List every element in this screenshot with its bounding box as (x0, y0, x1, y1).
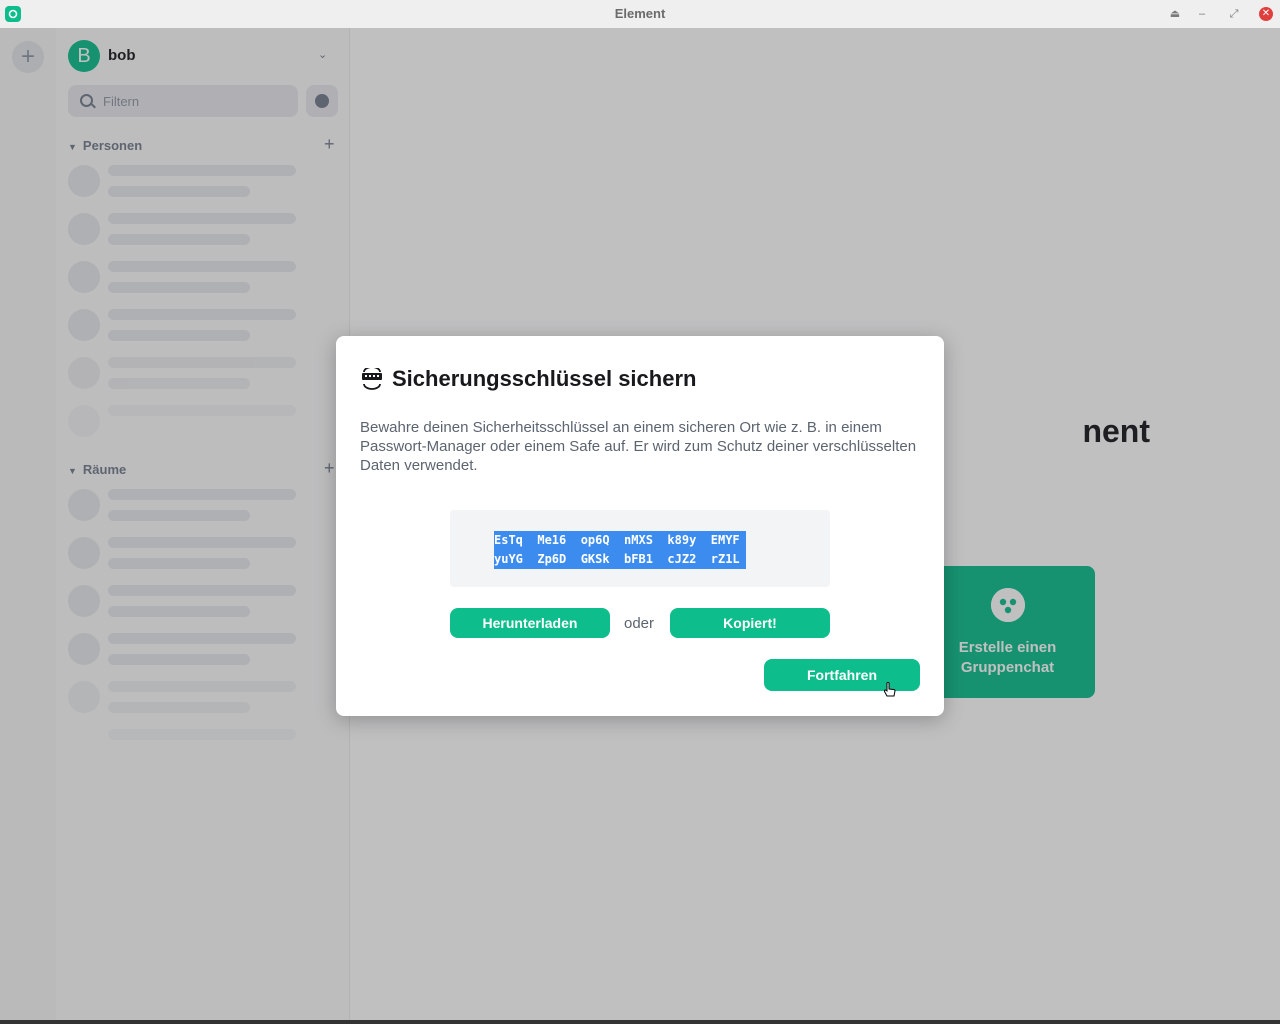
copy-button[interactable]: Kopiert! (670, 608, 830, 638)
security-key-line-1[interactable]: EsTq Me16 op6Q nMXS k89y EMYF (494, 533, 740, 547)
dialog-description: Bewahre deinen Sicherheitsschlüssel an e… (360, 419, 917, 474)
screen-bottom-edge (0, 1020, 1280, 1024)
key-backup-icon (360, 366, 384, 390)
window-titlebar: Element ⏏ – ⤢ ✕ (0, 0, 1280, 29)
close-button[interactable]: ✕ (1259, 7, 1273, 21)
security-key-line-2[interactable]: yuYG Zp6D GKSk bFB1 cJZ2 rZ1L (494, 552, 740, 566)
security-key-box: EsTq Me16 op6Q nMXS k89y EMYF yuYG Zp6D … (450, 510, 830, 587)
security-key-text[interactable]: EsTq Me16 op6Q nMXS k89y EMYF yuYG Zp6D … (494, 531, 746, 569)
window-title: Element (614, 6, 666, 21)
restore-button[interactable]: ⤢ (1227, 7, 1241, 21)
save-security-key-dialog: Sicherungsschlüssel sichern Bewahre dein… (336, 336, 944, 716)
hand-cursor-icon (883, 682, 896, 698)
continue-button[interactable]: Fortfahren (764, 659, 920, 691)
dialog-title: Sicherungsschlüssel sichern (392, 366, 697, 391)
download-button[interactable]: Herunterladen (450, 608, 610, 638)
or-separator: oder (624, 615, 655, 632)
eject-icon[interactable]: ⏏ (1168, 7, 1182, 21)
minimize-button[interactable]: – (1195, 7, 1209, 21)
